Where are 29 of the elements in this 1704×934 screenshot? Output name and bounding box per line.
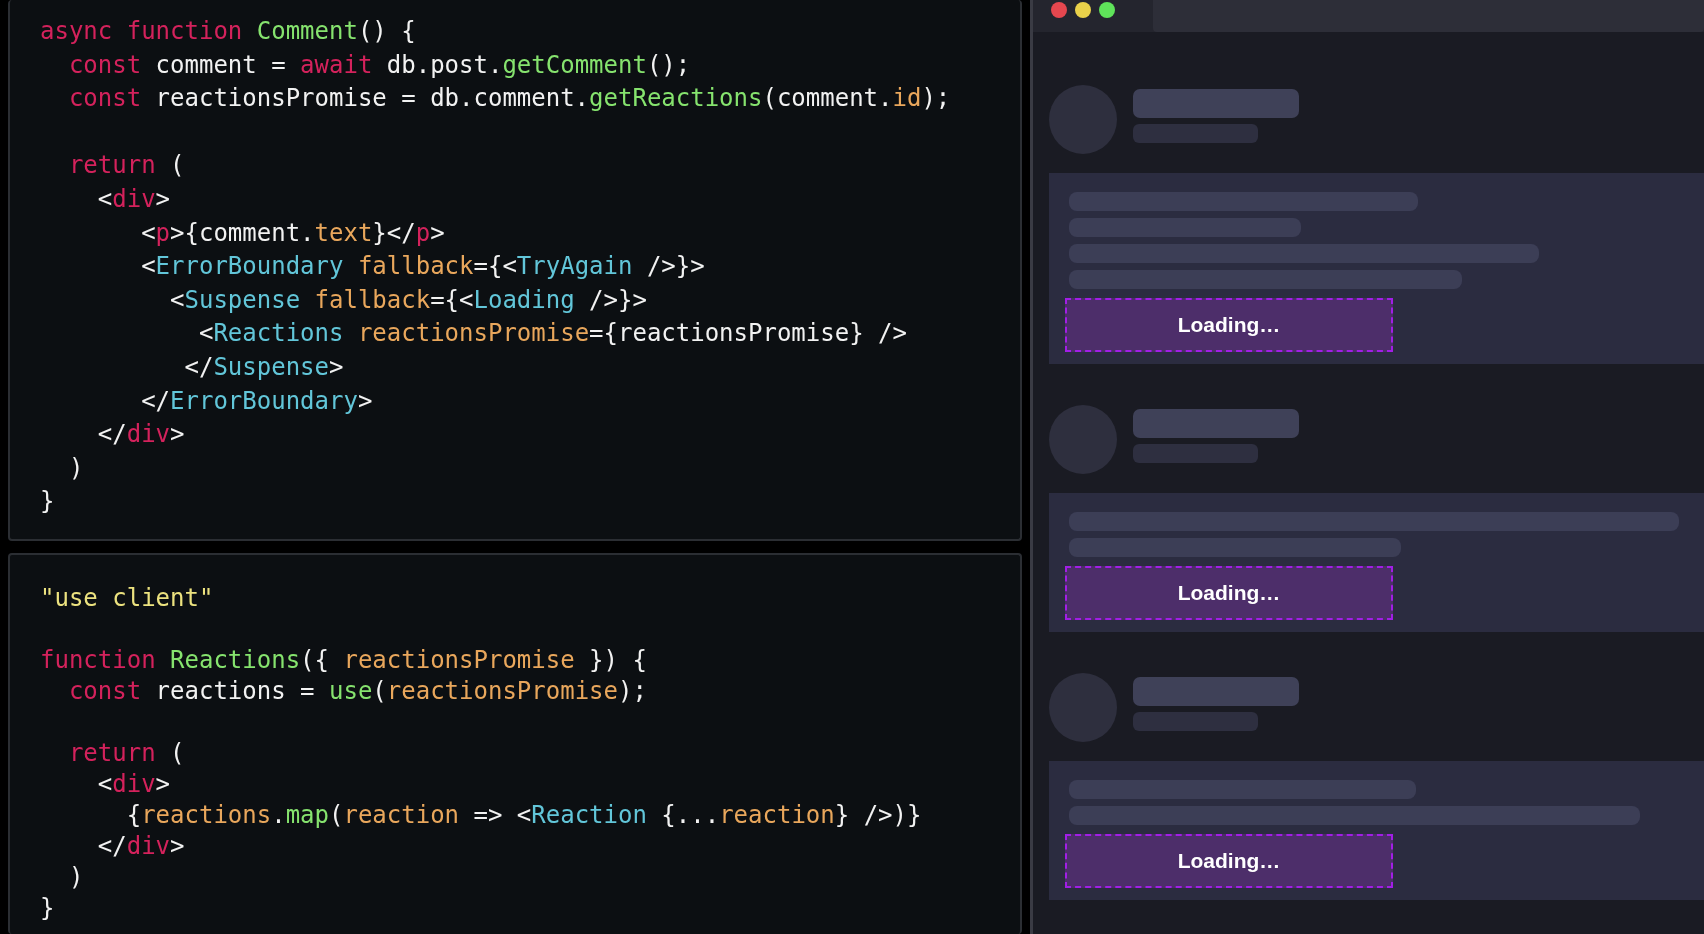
code-line: ) [67,452,85,484]
code-line: <div> [96,769,172,800]
code-line: ) [67,862,85,893]
close-icon[interactable] [1051,2,1067,18]
code-line: </div> [96,419,186,451]
code-line: {reactions.map(reaction => <Reaction {...reaction} />)} [125,800,923,831]
code-line: "use client" [40,583,215,614]
loading-label: Loading… [1177,849,1281,873]
minimize-icon[interactable] [1075,2,1091,18]
loading-label: Loading… [1177,313,1281,337]
code-line: <p>{comment.text}</p> [140,217,446,249]
code-line: return ( [67,150,186,182]
code-line: const reactions = use(reactionsPromise); [67,676,648,707]
loading-label: Loading… [1177,581,1281,605]
code-line: <Reactions reactionsPromise={reactionsPromise} /> [197,318,908,350]
code-line: return ( [67,738,186,769]
code-line: </div> [96,831,186,862]
code-line: function Reactions({ reactionsPromise }) { [40,645,648,676]
code-line: </ErrorBoundary> [140,385,374,417]
code-line: </Suspense> [183,351,345,383]
code-line: } [40,893,56,924]
code-line: const comment = await db.post.getComment(); [67,49,692,81]
code-line: } [40,486,56,518]
code-line: <ErrorBoundary fallback={<TryAgain />}> [140,251,706,283]
code-line: <div> [96,183,172,215]
code-line: async function Comment() { [40,16,417,47]
code-line: const reactionsPromise = db.comment.getReactions(comment.id); [67,83,952,115]
maximize-icon[interactable] [1099,2,1115,18]
code-line: <Suspense fallback={<Loading />}> [169,284,648,316]
